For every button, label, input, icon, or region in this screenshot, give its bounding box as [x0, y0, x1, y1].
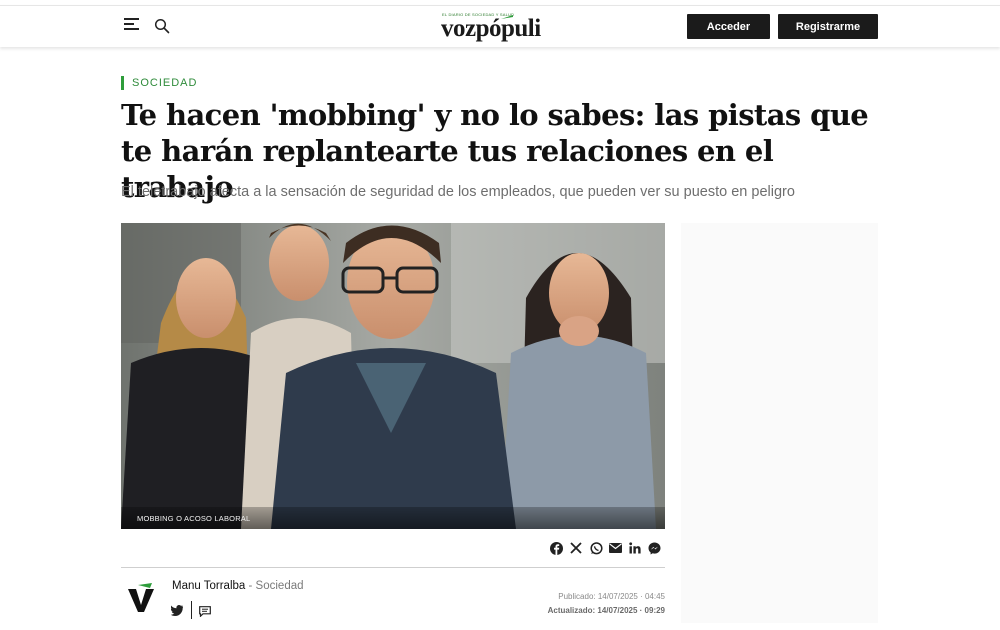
published-date: Publicado: 14/07/2025 · 04:45: [558, 592, 665, 601]
whatsapp-icon[interactable]: [589, 540, 603, 556]
search-icon[interactable]: [154, 18, 170, 34]
image-caption: MOBBING O ACOSO LABORAL: [137, 514, 251, 523]
byline-vertical-divider: [191, 601, 192, 619]
linkedin-icon[interactable]: [628, 540, 642, 556]
messenger-icon[interactable]: [647, 540, 661, 556]
x-icon[interactable]: [569, 540, 583, 556]
author-byline: Manu Torralba - Sociedad: [172, 580, 304, 592]
section-tag[interactable]: SOCIEDAD: [121, 76, 197, 90]
byline-divider: [121, 567, 665, 568]
login-button[interactable]: Acceder: [687, 14, 770, 39]
byline-separator: -: [245, 580, 256, 592]
article-hero-image: MOBBING O ACOSO LABORAL: [121, 223, 665, 529]
hamburger-menu-icon[interactable]: [124, 18, 139, 30]
author-avatar[interactable]: [128, 583, 154, 613]
advertisement-slot: [681, 223, 878, 623]
twitter-icon[interactable]: [170, 603, 184, 616]
comment-icon[interactable]: [199, 604, 211, 618]
email-icon[interactable]: [608, 540, 622, 556]
top-navigation-bar: EL DIARIO DE SOCIEDAD Y SALUD vozpópuli …: [0, 5, 1000, 47]
article-dates: Publicado: 14/07/2025 · 04:45 Actualizad…: [548, 590, 665, 618]
hero-illustration: [121, 223, 665, 529]
facebook-icon[interactable]: [549, 540, 563, 556]
logo-wordmark: vozpópuli: [441, 15, 541, 42]
register-button[interactable]: Registrarme: [778, 14, 878, 39]
author-name[interactable]: Manu Torralba: [172, 580, 245, 592]
logo-accent-icon: [501, 15, 513, 19]
updated-date: Actualizado: 14/07/2025 · 09:29: [547, 606, 665, 615]
site-logo[interactable]: EL DIARIO DE SOCIEDAD Y SALUD vozpópuli: [441, 10, 561, 42]
article-subtitle: El teletrabajo afecta a la sensación de …: [121, 184, 795, 200]
author-category[interactable]: Sociedad: [256, 580, 304, 592]
